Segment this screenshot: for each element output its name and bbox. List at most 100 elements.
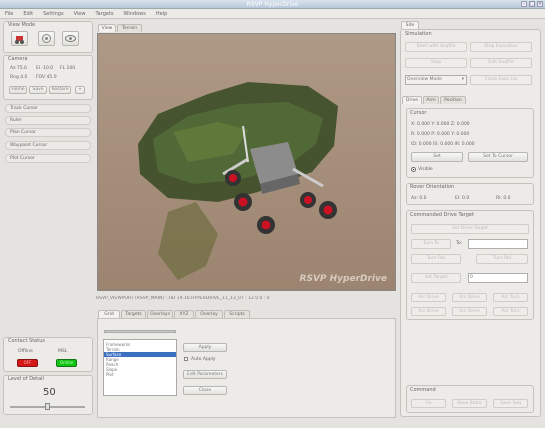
view-eye-button[interactable] [62, 31, 79, 46]
lod-header: Level of Detail [8, 376, 44, 382]
lod-slider-handle[interactable] [45, 403, 50, 410]
tab-drive[interactable]: Drive [402, 96, 422, 104]
arc-drive-button[interactable]: Arc Drive [411, 293, 446, 302]
section-label: Plot Cursor [10, 156, 35, 161]
eye-icon [65, 35, 76, 42]
3d-viewport[interactable]: RSVP HyperDrive [97, 33, 396, 291]
save-state-button[interactable]: Save State [452, 399, 487, 408]
section-track-cursor[interactable]: Track Cursor [5, 104, 91, 113]
rover-az: Az: 0.0 [411, 196, 427, 201]
edit-seqfile-button[interactable]: Edit Seqfile [470, 58, 532, 68]
title-bar: RSVP HyperDrive [0, 0, 545, 9]
close-button[interactable]: Close [183, 386, 227, 395]
cursor-set-button[interactable]: Set [411, 152, 463, 162]
cam-restore-button[interactable]: Restore [49, 86, 71, 94]
tab-site[interactable]: Site [401, 21, 419, 29]
cam-save-button[interactable]: Save [29, 86, 47, 94]
menu-edit[interactable]: Edit [18, 9, 38, 19]
menu-view[interactable]: View [69, 9, 91, 19]
turn-rel-button-2[interactable]: Turn Rel [476, 254, 528, 264]
command-header: Command [410, 387, 436, 393]
cursor-ids: ID: 0.000 IS: 0.000 IR: 0.000 [411, 142, 475, 147]
turn-to-button[interactable]: Turn To [411, 239, 451, 249]
arc-turn-button-2[interactable]: Arc Turn [493, 307, 528, 316]
go-button[interactable]: Go [411, 399, 446, 408]
close-exec-button[interactable]: Close Exec Lib [470, 75, 532, 85]
edit-parameters-button[interactable]: Edit Parameters [183, 370, 227, 379]
radio-dot [413, 169, 414, 170]
cam-az: Az 75.0 [10, 66, 27, 71]
visible-radio[interactable] [411, 167, 416, 172]
menu-targets[interactable]: Targets [90, 9, 118, 19]
turn-rel-button[interactable]: Turn Rel [411, 254, 461, 264]
menu-help[interactable]: Help [151, 9, 172, 19]
start-seqfile-button[interactable]: Start with Seqfile [405, 42, 467, 52]
commanded-target-header: Commanded Drive Target [410, 212, 474, 218]
simulation-header: Simulation [405, 31, 432, 37]
tab-scripts[interactable]: Scripts [224, 310, 250, 318]
section-plot-cursor[interactable]: Plot Cursor [5, 154, 91, 163]
section-plan-cursor[interactable]: Plan Cursor [5, 128, 91, 137]
tab-targets[interactable]: Targets [121, 310, 146, 318]
terrain-scene [138, 82, 338, 280]
status-line: RSVP_VIEWPORT (RSVP_MAIN) : HD 19.16 HYP… [96, 296, 270, 301]
cursor-rpy: R: 0.000 P: 0.000 Y: 0.000 [411, 132, 470, 137]
view-mode-header: View Mode [8, 22, 36, 28]
contact-label-2: MSL [58, 349, 68, 354]
chevron-down-icon: ▾ [461, 77, 464, 82]
tab-overlay[interactable]: Overlay [195, 310, 223, 318]
cam-add-button[interactable]: + [75, 86, 85, 94]
tab-grid[interactable]: Grid [98, 310, 120, 318]
tab-position[interactable]: Position [440, 96, 466, 104]
set-target-button[interactable]: Set Target [411, 273, 461, 283]
tab-overlays[interactable]: Overlays [147, 310, 173, 318]
cam-home-button[interactable]: Home [9, 86, 27, 94]
minimize-icon[interactable]: – [521, 1, 527, 7]
section-ruler[interactable]: Ruler [5, 116, 91, 125]
section-label: Plan Cursor [10, 130, 36, 135]
menu-bar: File Edit Settings View Targets Windows Help [0, 9, 545, 19]
close-icon[interactable]: × [537, 1, 543, 7]
tab-terrain[interactable]: Terrain [117, 24, 142, 32]
overlay-list[interactable]: Frameworks Terrain Surface Range Reach S… [103, 339, 177, 396]
window-controls: – □ × [519, 1, 543, 7]
tab-xyz[interactable]: XYZ [174, 310, 194, 318]
window-title: RSVP HyperDrive [246, 1, 299, 8]
cam-fl: FL 100 [60, 66, 76, 71]
section-waypoint-cursor[interactable]: Waypoint Cursor [5, 141, 91, 150]
menu-file[interactable]: File [0, 9, 18, 19]
menu-settings[interactable]: Settings [38, 9, 69, 19]
menu-windows[interactable]: Windows [119, 9, 151, 19]
arc-drive-button-3[interactable]: Arc Drive [411, 307, 446, 316]
auto-apply-label: Auto Apply [191, 357, 216, 362]
orbit-icon [42, 34, 51, 43]
view-orbit-button[interactable] [38, 31, 55, 46]
set-drive-target-button[interactable]: Set Drive Target [411, 224, 529, 234]
status-badge-offline: OFF [17, 359, 38, 367]
step-execution-button[interactable]: Step Execution [470, 42, 532, 52]
list-item[interactable]: Plot [104, 372, 176, 377]
overlay-slider[interactable] [104, 330, 176, 333]
seq-mode-select[interactable]: Overview Mode ▾ [405, 75, 467, 85]
tab-view[interactable]: View [98, 24, 116, 32]
auto-apply-checkbox[interactable] [184, 357, 188, 361]
tab-arm[interactable]: Arm [423, 96, 439, 104]
cam-rng: Rng 4.0 [10, 75, 28, 80]
status-badge-online: Online [56, 359, 77, 367]
arc-drive-button-4[interactable]: Arc Drive [452, 307, 487, 316]
apply-button[interactable]: Apply [183, 343, 227, 352]
arc-drive-button-2[interactable]: Arc Drive [452, 293, 487, 302]
target-field[interactable]: 0 [468, 273, 528, 283]
lod-value: 50 [43, 387, 56, 398]
arc-turn-button[interactable]: Arc Turn [493, 293, 528, 302]
save-seq-button[interactable]: Save Seq [493, 399, 528, 408]
contact-label-1: Offline [18, 349, 33, 354]
section-label: Waypoint Cursor [10, 143, 48, 148]
maximize-icon[interactable]: □ [529, 1, 535, 7]
section-label: Track Cursor [10, 106, 38, 111]
view-rover-button[interactable] [11, 31, 28, 46]
turn-to-field[interactable] [468, 239, 528, 249]
visible-label: Visible [418, 167, 433, 172]
stop-button[interactable]: Stop [405, 58, 467, 68]
set-to-cursor-button[interactable]: Set To Cursor [468, 152, 528, 162]
